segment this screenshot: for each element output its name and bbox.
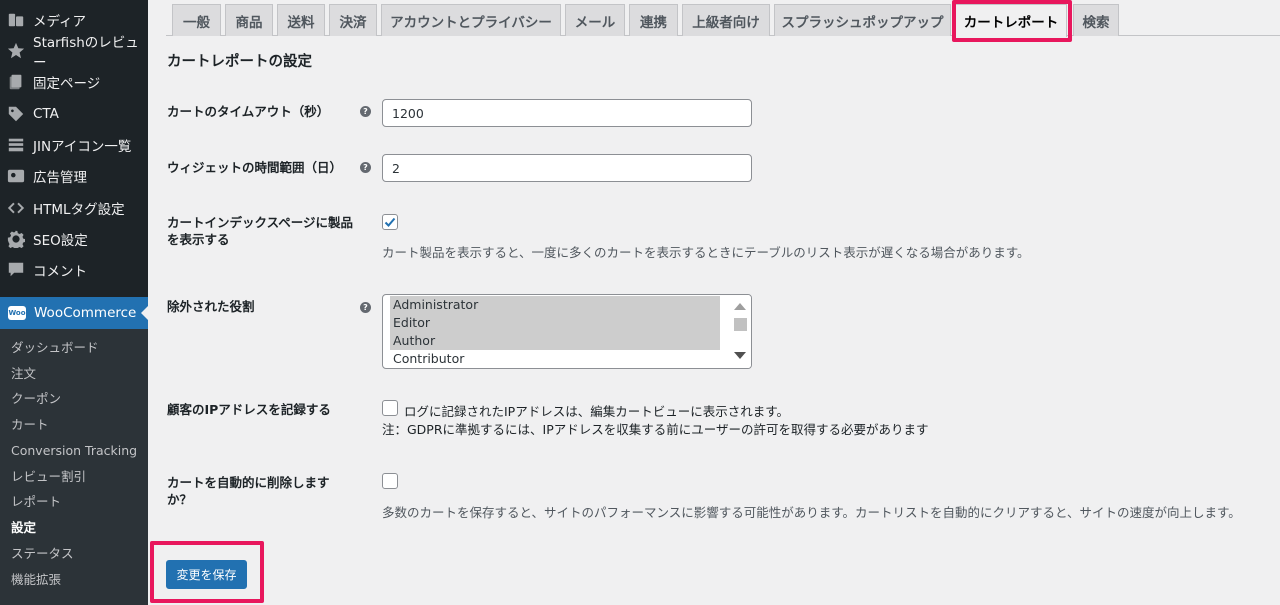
submenu-status[interactable]: ステータス	[11, 544, 74, 564]
list-icon	[7, 136, 25, 154]
widget-range-label: ウィジェットの時間範囲（日）	[167, 160, 343, 175]
tab-advanced[interactable]: 上級者向け	[682, 4, 770, 36]
submenu-coupons[interactable]: クーポン	[11, 389, 61, 409]
scroll-up-arrow-icon[interactable]	[734, 303, 746, 310]
submenu-orders[interactable]: 注文	[11, 364, 36, 384]
page-icon	[7, 73, 25, 91]
tab-email[interactable]: メール	[565, 4, 625, 36]
timeout-label: カートのタイムアウト（秒）	[167, 104, 330, 119]
widget-range-input[interactable]	[382, 154, 752, 182]
submenu-extensions[interactable]: 機能拡張	[11, 570, 61, 590]
gear-icon	[7, 230, 25, 248]
comment-icon	[7, 261, 25, 279]
record-ip-note: 注：GDPRに準拠するには、IPアドレスを収集する前にユーザーの許可を取得する必…	[382, 422, 929, 437]
menu-item-woocommerce[interactable]: Woo WooCommerce	[0, 297, 148, 329]
menu-item-label: コメント	[33, 263, 87, 280]
menu-item-ads[interactable]: 広告管理	[0, 160, 148, 191]
tab-splash-popup[interactable]: スプラッシュポップアップ	[774, 4, 951, 36]
menu-item-label: HTMLタグ設定	[33, 201, 125, 218]
auto-delete-label: カートを自動的に削除しますか？	[167, 475, 330, 507]
menu-item-label: メディア	[33, 13, 87, 30]
code-icon	[7, 199, 25, 217]
submenu-dashboard[interactable]: ダッシュボード	[11, 338, 99, 358]
record-ip-checkbox[interactable]	[382, 400, 398, 416]
scroll-down-arrow-icon[interactable]	[734, 352, 746, 359]
ad-icon	[7, 167, 25, 185]
menu-item-label: Starfishのレビュー	[33, 34, 139, 71]
role-option-contributor[interactable]: Contributor	[390, 350, 720, 368]
help-icon[interactable]: ?	[360, 302, 371, 313]
submenu-review-discount[interactable]: レビュー割引	[11, 467, 86, 487]
role-option-administrator[interactable]: Administrator	[390, 296, 720, 314]
help-icon[interactable]: ?	[360, 106, 371, 117]
show-products-description: カート製品を表示すると、一度に多くのカートを表示するときにテーブルのリスト表示が…	[382, 245, 1030, 260]
submenu-conversion-tracking[interactable]: Conversion Tracking	[11, 441, 137, 461]
menu-item-comments[interactable]: コメント	[0, 254, 148, 285]
current-menu-arrow	[141, 306, 148, 320]
show-products-checkbox[interactable]	[382, 214, 398, 230]
menu-item-seo[interactable]: SEO設定	[0, 223, 148, 254]
tab-shipping[interactable]: 送料	[277, 4, 325, 36]
tab-integration[interactable]: 連携	[629, 4, 678, 36]
menu-item-pages[interactable]: 固定ページ	[0, 66, 148, 97]
tag-icon	[7, 105, 25, 123]
menu-item-html-tags[interactable]: HTMLタグ設定	[0, 192, 148, 223]
admin-sidebar: メディア Starfishのレビュー 固定ページ CTA JINアイコン一覧 広…	[0, 0, 148, 605]
tab-general[interactable]: 一般	[172, 4, 221, 36]
menu-item-cta[interactable]: CTA	[0, 98, 148, 129]
record-ip-inline-text: ログに記録されたIPアドレスは、編集カートビューに表示されます。	[404, 404, 789, 419]
menu-item-label: CTA	[33, 105, 59, 122]
role-option-author[interactable]: Author	[390, 332, 720, 350]
tab-products[interactable]: 商品	[225, 4, 273, 36]
woocommerce-icon: Woo	[8, 306, 26, 320]
scroll-thumb[interactable]	[734, 318, 747, 331]
excluded-roles-label: 除外された役割	[167, 299, 255, 314]
tab-payments[interactable]: 決済	[329, 4, 377, 36]
menu-item-starfish[interactable]: Starfishのレビュー	[0, 35, 148, 71]
help-icon[interactable]: ?	[360, 162, 371, 173]
submenu-reports[interactable]: レポート	[11, 492, 61, 512]
menu-item-label: SEO設定	[33, 232, 88, 249]
record-ip-label: 顧客のIPアドレスを記録する	[167, 402, 331, 417]
excluded-roles-select[interactable]: Administrator Editor Author Contributor	[382, 294, 752, 369]
submenu-carts[interactable]: カート	[11, 415, 49, 435]
save-button[interactable]: 変更を保存	[166, 560, 247, 589]
select-scrollbar[interactable]	[729, 295, 751, 368]
tab-accounts-privacy[interactable]: アカウントとプライバシー	[381, 4, 561, 36]
tab-search[interactable]: 検索	[1073, 4, 1119, 36]
tab-cart-reports[interactable]: カートレポート	[955, 4, 1067, 37]
show-products-label: カートインデックスページに製品を表示する	[167, 215, 354, 247]
menu-item-jin-icons[interactable]: JINアイコン一覧	[0, 129, 148, 160]
woocommerce-submenu: ダッシュボード 注文 クーポン カート Conversion Tracking …	[0, 329, 148, 605]
auto-delete-description: 多数のカートを保存すると、サイトのパフォーマンスに影響する可能性があります。カー…	[382, 505, 1241, 520]
role-option-editor[interactable]: Editor	[390, 314, 720, 332]
submenu-settings[interactable]: 設定	[11, 518, 36, 538]
timeout-input[interactable]	[382, 99, 752, 127]
star-icon	[7, 42, 25, 60]
menu-item-label: JINアイコン一覧	[33, 138, 132, 155]
checkmark-icon	[384, 217, 396, 227]
menu-item-label: 広告管理	[33, 169, 87, 186]
menu-item-label: WooCommerce	[34, 305, 137, 321]
auto-delete-checkbox[interactable]	[382, 473, 398, 489]
media-icon	[7, 11, 25, 29]
menu-item-label: 固定ページ	[33, 75, 101, 92]
page-title: カートレポートの設定	[167, 54, 312, 70]
